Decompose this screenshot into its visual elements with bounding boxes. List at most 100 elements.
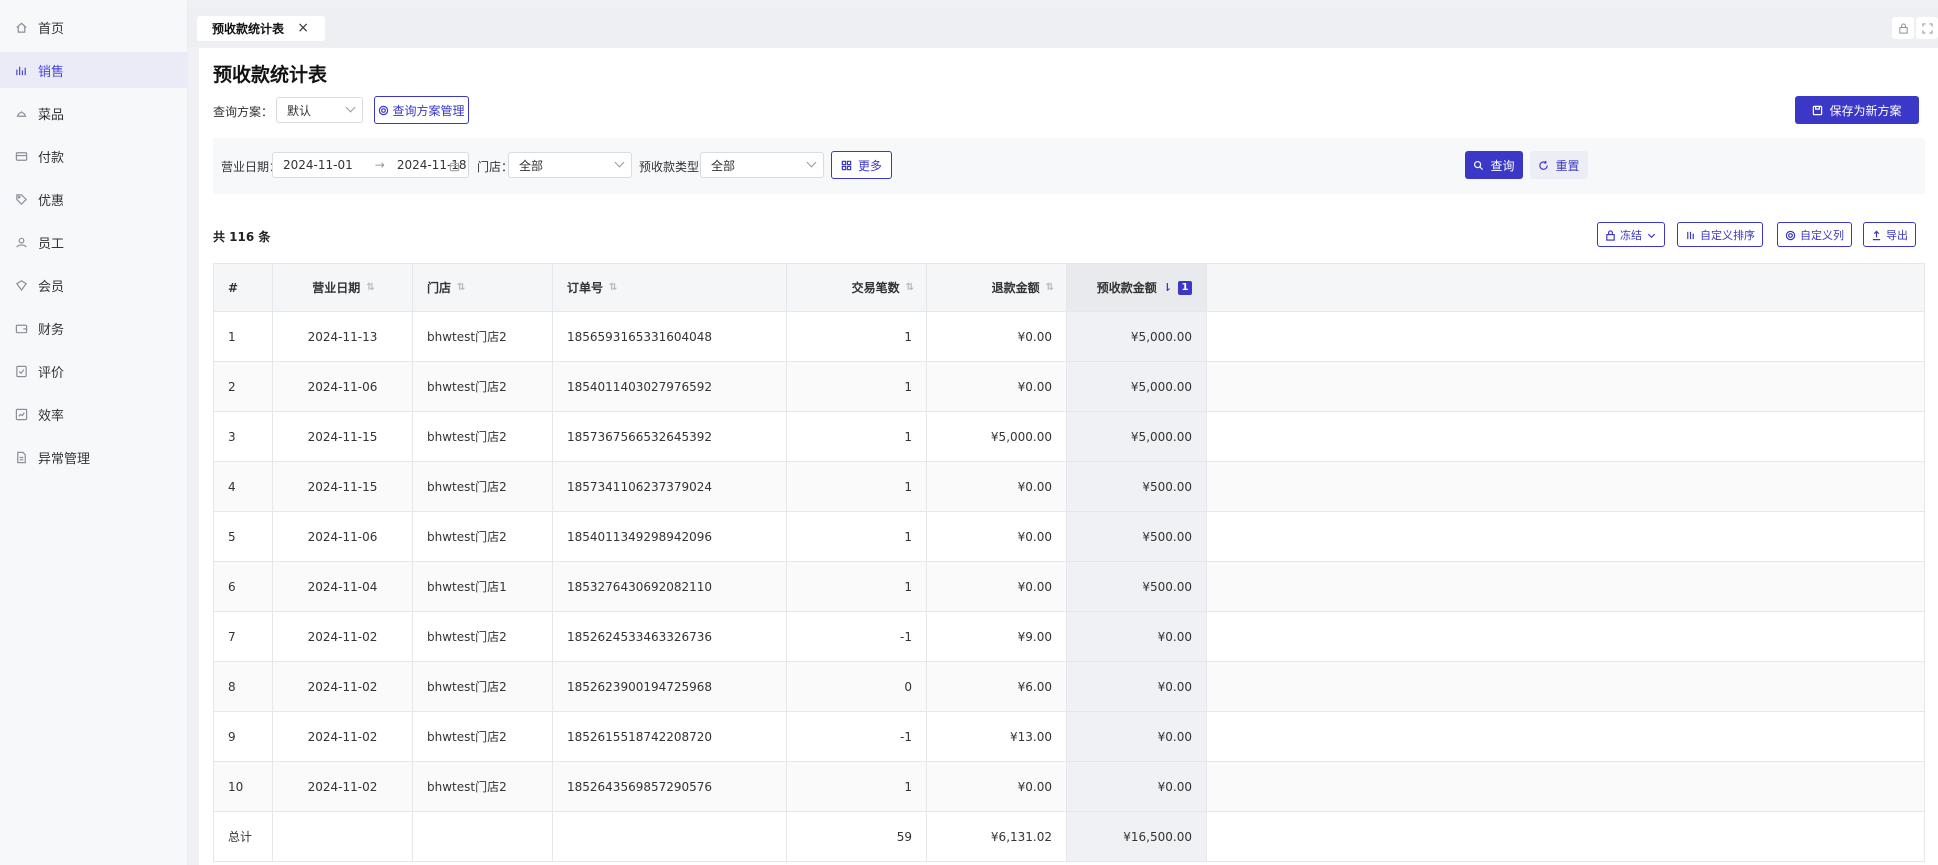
page-title: 预收款统计表 xyxy=(213,64,328,86)
table-row[interactable]: 9 2024-11-02 bhwtest门店2 1852615518742208720… xyxy=(214,712,1925,762)
sidebar-item-efficiency[interactable]: 效率 xyxy=(0,396,188,432)
freeze-button[interactable]: 冻结 xyxy=(1597,222,1665,247)
cell-date: 2024-11-13 xyxy=(273,312,413,361)
chevron-down-icon xyxy=(345,102,356,113)
sidebar-item-payment[interactable]: 付款 xyxy=(0,138,188,174)
close-icon[interactable]: × xyxy=(297,20,309,36)
cell-refund: ¥0.00 xyxy=(927,362,1067,411)
sort-descending-icon[interactable]: ⇂ xyxy=(1163,281,1172,294)
sort-icon[interactable]: ⇅ xyxy=(906,282,915,293)
sort-icon[interactable]: ⇅ xyxy=(1046,282,1055,293)
query-label: 查询 xyxy=(1490,158,1515,173)
col-header-advance[interactable]: 预收款金额 ⇂ 1 xyxy=(1067,264,1207,311)
sort-icon[interactable]: ⇅ xyxy=(366,282,375,293)
sidebar-item-home[interactable]: 首页 xyxy=(0,9,188,45)
cell-advance: ¥0.00 xyxy=(1067,612,1207,661)
cell-date: 2024-11-02 xyxy=(273,762,413,811)
table-row[interactable]: 5 2024-11-06 bhwtest门店2 1854011349298942096… xyxy=(214,512,1925,562)
sidebar-item-exceptions[interactable]: 异常管理 xyxy=(0,439,188,475)
table-row[interactable]: 4 2024-11-15 bhwtest门店2 1857341106237379024… xyxy=(214,462,1925,512)
review-icon xyxy=(14,364,28,378)
col-header-date[interactable]: 营业日期 ⇅ xyxy=(273,264,413,311)
table-row[interactable]: 8 2024-11-02 bhwtest门店2 1852623900194725968… xyxy=(214,662,1925,712)
col-header-refund[interactable]: 退款金额 ⇅ xyxy=(927,264,1067,311)
cell-store: bhwtest门店2 xyxy=(413,662,553,711)
table-row[interactable]: 3 2024-11-15 bhwtest门店2 1857367566532645392… xyxy=(214,412,1925,462)
reset-label: 重置 xyxy=(1555,158,1580,173)
chevron-down-icon xyxy=(806,157,817,168)
sidebar-item-sales[interactable]: 销售 xyxy=(0,52,188,88)
cell-date: 2024-11-06 xyxy=(273,362,413,411)
export-button[interactable]: 导出 xyxy=(1863,222,1916,247)
total-cell: 总计 xyxy=(214,812,273,861)
sort-icon[interactable]: ⇅ xyxy=(457,282,466,293)
table-row[interactable]: 10 2024-11-02 bhwtest门店2 185264356985729057… xyxy=(214,762,1925,812)
cell-order-no: 1857341106237379024 xyxy=(553,462,787,511)
cell-refund: ¥6.00 xyxy=(927,662,1067,711)
cell-filler xyxy=(1207,612,1925,661)
custom-sort-button[interactable]: 自定义排序 xyxy=(1677,222,1763,247)
more-filters-button[interactable]: 更多 xyxy=(831,151,892,179)
total-cell: 59 xyxy=(787,812,927,861)
cell-advance: ¥0.00 xyxy=(1067,712,1207,761)
date-range-picker[interactable]: 2024-11-01 → 2024-11-18 xyxy=(272,152,469,178)
table-row[interactable]: 2 2024-11-06 bhwtest门店2 1854011403027976592… xyxy=(214,362,1925,412)
type-select[interactable]: 全部 xyxy=(700,152,824,178)
card-icon xyxy=(14,149,28,163)
table-row[interactable]: 1 2024-11-13 bhwtest门店2 1856593165331604048… xyxy=(214,312,1925,362)
cell-index: 7 xyxy=(214,612,273,661)
table-row[interactable]: 7 2024-11-02 bhwtest门店2 1852624533463326736… xyxy=(214,612,1925,662)
cell-refund: ¥0.00 xyxy=(927,462,1067,511)
sidebar-item-label: 评价 xyxy=(38,365,65,381)
sidebar-item-discount[interactable]: 优惠 xyxy=(0,181,188,217)
sidebar-item-finance[interactable]: 财务 xyxy=(0,310,188,346)
cell-advance: ¥500.00 xyxy=(1067,512,1207,561)
scheme-label: 查询方案： xyxy=(213,105,274,119)
cell-date: 2024-11-04 xyxy=(273,562,413,611)
query-button[interactable]: 查询 xyxy=(1465,151,1523,179)
sidebar-item-members[interactable]: 会员 xyxy=(0,267,188,303)
col-header-order-no[interactable]: 订单号 ⇅ xyxy=(553,264,787,311)
sidebar: 首页 销售 菜品 付款 优惠 员工 会员 财务 评价 效率 异常管理 xyxy=(0,0,188,865)
cell-store: bhwtest门店2 xyxy=(413,612,553,661)
cell-index: 9 xyxy=(214,712,273,761)
cell-advance: ¥5,000.00 xyxy=(1067,412,1207,461)
reset-button[interactable]: 重置 xyxy=(1530,151,1588,179)
save-scheme-label: 保存为新方案 xyxy=(1829,103,1902,118)
sidebar-item-label: 效率 xyxy=(38,408,65,424)
cell-advance: ¥500.00 xyxy=(1067,462,1207,511)
cell-order-no: 1856593165331604048 xyxy=(553,312,787,361)
scheme-select[interactable]: 默认 xyxy=(276,97,363,123)
store-select[interactable]: 全部 xyxy=(508,152,632,178)
sidebar-item-reviews[interactable]: 评价 xyxy=(0,353,188,389)
col-header-tx-count[interactable]: 交易笔数 ⇅ xyxy=(787,264,927,311)
col-header-filler xyxy=(1207,264,1925,311)
gear-icon xyxy=(1785,228,1796,241)
cell-order-no: 1852624533463326736 xyxy=(553,612,787,661)
tab-advance-payment-report[interactable]: 预收款统计表 × xyxy=(197,16,325,41)
table-row[interactable]: 6 2024-11-04 bhwtest门店1 1853276430692082110… xyxy=(214,562,1925,612)
lock-icon[interactable] xyxy=(1892,17,1914,39)
cell-tx-count: 1 xyxy=(787,462,927,511)
sidebar-item-label: 销售 xyxy=(38,64,65,80)
fullscreen-icon[interactable] xyxy=(1916,17,1938,39)
user-icon xyxy=(14,235,28,249)
filter-panel: 营业日期： 2024-11-01 → 2024-11-18 门店： 全部 预收款… xyxy=(213,138,1925,194)
scheme-manage-button[interactable]: 查询方案管理 xyxy=(374,96,469,124)
save-scheme-button[interactable]: 保存为新方案 xyxy=(1795,96,1919,124)
sidebar-item-staff[interactable]: 员工 xyxy=(0,224,188,260)
sidebar-item-label: 员工 xyxy=(38,236,65,252)
col-header-store[interactable]: 门店 ⇅ xyxy=(413,264,553,311)
member-icon xyxy=(14,278,28,292)
cell-date: 2024-11-02 xyxy=(273,712,413,761)
sidebar-item-dishes[interactable]: 菜品 xyxy=(0,95,188,131)
custom-columns-button[interactable]: 自定义列 xyxy=(1777,222,1852,247)
total-cell-filler xyxy=(1207,812,1925,861)
total-cell: ¥6,131.02 xyxy=(927,812,1067,861)
cell-filler xyxy=(1207,412,1925,461)
sort-icon[interactable]: ⇅ xyxy=(609,282,618,293)
cell-tx-count: 1 xyxy=(787,362,927,411)
tab-bar: 预收款统计表 × xyxy=(188,9,1938,47)
gear-icon xyxy=(378,103,389,117)
refresh-icon xyxy=(1538,158,1549,172)
